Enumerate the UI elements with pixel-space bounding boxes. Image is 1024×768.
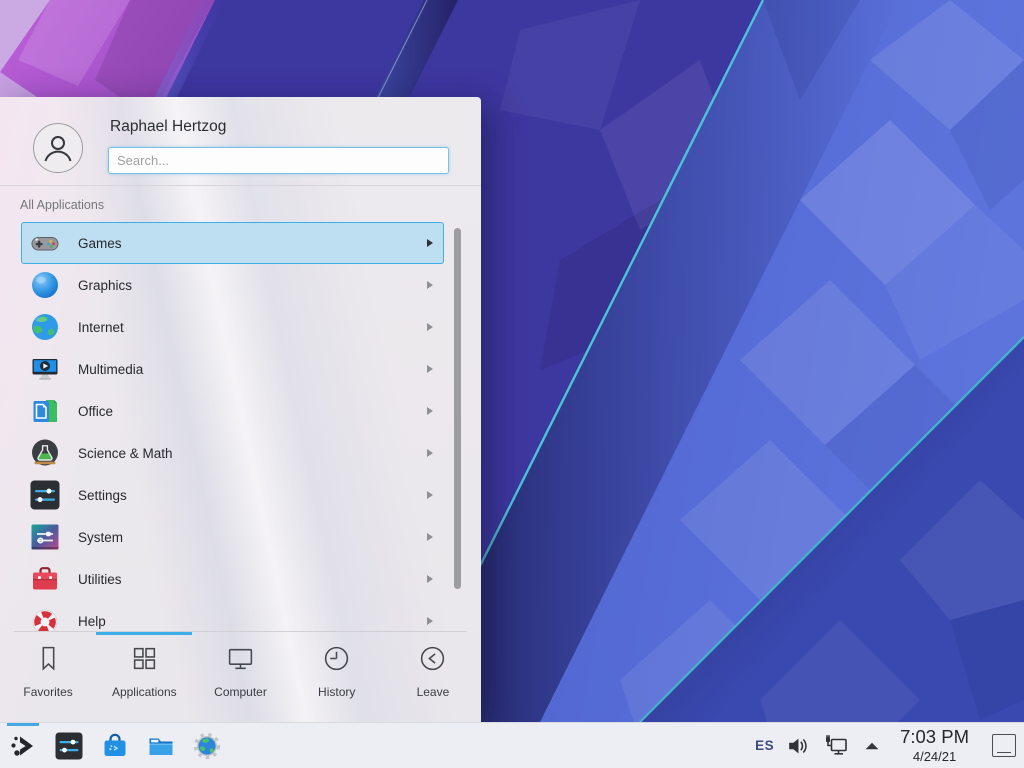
keyboard-layout-indicator[interactable]: ES [755,738,774,753]
category-office[interactable]: Office [21,390,444,432]
expand-tray-icon[interactable] [861,735,883,757]
app-launcher-button[interactable] [8,727,38,765]
submenu-arrow-icon [427,281,433,289]
user-name: Raphael Hertzog [110,118,226,136]
search-input[interactable] [108,147,449,174]
discover-bag-icon [100,731,130,761]
category-multimedia[interactable]: Multimedia [21,348,444,390]
tab-applications[interactable]: Applications [96,635,192,722]
documents-icon [29,395,61,427]
clock-date: 4/24/21 [900,750,969,763]
submenu-arrow-icon [427,365,433,373]
submenu-arrow-icon [427,449,433,457]
system-settings-button[interactable] [54,727,84,765]
submenu-arrow-icon [427,407,433,415]
bookmark-icon [34,644,63,673]
section-label: All Applications [20,198,104,212]
submenu-arrow-icon [427,617,433,625]
flask-icon [29,437,61,469]
category-internet[interactable]: Internet [21,306,444,348]
monitor-play-icon [29,353,61,385]
lifebuoy-icon [29,605,61,631]
category-help[interactable]: Help [21,600,444,631]
tab-computer[interactable]: Computer [192,635,288,722]
user-icon [41,131,75,165]
toolbox-icon [29,563,61,595]
system-settings-icon [54,731,84,761]
discover-button[interactable] [100,727,130,765]
category-utilities[interactable]: Utilities [21,558,444,600]
application-launcher-menu: Raphael Hertzog All Applications Games [0,97,481,722]
volume-icon[interactable] [785,733,811,759]
submenu-arrow-icon [427,323,433,331]
kde-launcher-icon [8,731,38,761]
submenu-arrow-icon [427,533,433,541]
tab-leave[interactable]: Leave [385,635,481,722]
submenu-arrow-icon [427,239,433,247]
category-science-math[interactable]: Science & Math [21,432,444,474]
active-task-indicator [7,723,39,726]
tab-history[interactable]: History [289,635,385,722]
scrollbar[interactable] [454,228,461,589]
tab-favorites[interactable]: Favorites [0,635,96,722]
tabbar-divider [14,631,467,632]
app-grid-icon [130,644,159,673]
desktop: Raphael Hertzog All Applications Games [0,0,1024,768]
digital-clock[interactable]: 7:03 PM 4/24/21 [900,728,969,763]
sliders-icon [29,479,61,511]
category-games[interactable]: Games [21,222,444,264]
clock-icon [322,644,351,673]
leave-icon [418,644,447,673]
sphere-icon [29,269,61,301]
category-list: Games Graphics [0,222,481,631]
submenu-arrow-icon [427,491,433,499]
web-browser-button[interactable] [192,727,222,765]
globe-icon [29,311,61,343]
system-sliders-icon [29,521,61,553]
show-desktop-button[interactable] [992,734,1016,757]
category-settings[interactable]: Settings [21,474,444,516]
network-icon[interactable] [822,732,850,760]
launcher-tabbar: Favorites Applications Computer [0,635,481,722]
launcher-header: Raphael Hertzog [0,97,481,186]
category-system[interactable]: System [21,516,444,558]
gamepad-icon [29,227,61,259]
clock-time: 7:03 PM [900,728,969,747]
submenu-arrow-icon [427,575,433,583]
computer-icon [226,644,255,673]
taskbar: ES 7:03 PM 4/24/21 [0,722,1024,768]
system-tray: ES 7:03 PM 4/24/21 [755,728,1016,763]
category-graphics[interactable]: Graphics [21,264,444,306]
user-avatar[interactable] [33,123,83,173]
folder-icon [146,731,176,761]
globe-gear-icon [192,731,222,761]
file-manager-button[interactable] [146,727,176,765]
